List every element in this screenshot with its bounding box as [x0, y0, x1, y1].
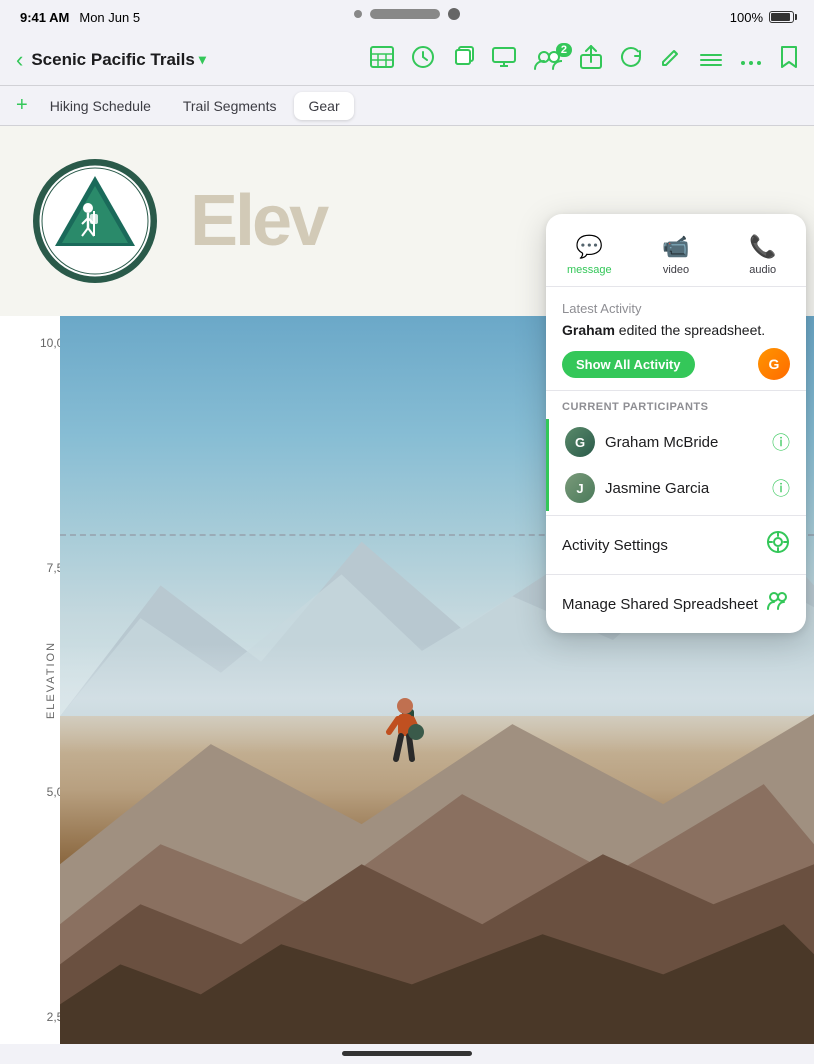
refresh-icon[interactable]: [620, 46, 642, 74]
main-content: SCENIC PACIFIC TRAILS Elev ELEVATION 10,…: [0, 126, 814, 1044]
menu-icon[interactable]: [700, 47, 722, 73]
activity-avatar: G: [758, 348, 790, 380]
collaboration-button[interactable]: 2: [534, 49, 562, 71]
audio-icon: 📞: [749, 234, 776, 260]
popup-tab-video[interactable]: 📹 video: [633, 226, 720, 286]
notch: [354, 8, 460, 20]
message-icon: 💬: [576, 234, 603, 260]
collab-badge-count: 2: [556, 43, 572, 57]
latest-activity-section: Latest Activity Graham edited the spread…: [546, 287, 806, 391]
tabs-bar: + Hiking Schedule Trail Segments Gear: [0, 86, 814, 126]
tab-hiking-schedule[interactable]: Hiking Schedule: [36, 92, 165, 120]
status-bar: 9:41 AM Mon Jun 5 100%: [0, 0, 814, 34]
activity-user: Graham: [562, 322, 615, 338]
presentation-icon[interactable]: [492, 47, 516, 73]
tab-gear[interactable]: Gear: [294, 92, 353, 120]
back-button[interactable]: ‹: [16, 47, 23, 73]
clock-icon[interactable]: [412, 46, 434, 74]
show-all-activity-button[interactable]: Show All Activity: [562, 351, 695, 378]
participants-section: CURRENT PARTICIPANTS G Graham McBride ⓘ …: [546, 391, 806, 515]
activity-settings-label: Activity Settings: [562, 537, 668, 554]
popup-tab-message[interactable]: 💬 message: [546, 226, 633, 286]
app-title: Scenic Pacific Trails ▾: [31, 50, 206, 70]
activity-row: Show All Activity G: [562, 348, 790, 380]
chart-title: Elev: [190, 180, 326, 262]
participant-row-graham[interactable]: G Graham McBride ⓘ: [546, 419, 806, 465]
participant-name-jasmine: Jasmine Garcia: [605, 480, 762, 497]
table-icon[interactable]: [370, 46, 394, 74]
toolbar-icons: 2: [370, 45, 798, 75]
collaboration-popup: 💬 message 📹 video 📞 audio Latest Activit…: [546, 214, 806, 633]
title-chevron[interactable]: ▾: [199, 51, 206, 68]
participant-avatar-jasmine: J: [565, 473, 595, 503]
status-right: 100%: [730, 10, 794, 25]
more-icon[interactable]: [740, 47, 762, 73]
share-icon[interactable]: [580, 45, 602, 75]
participant-info-graham[interactable]: ⓘ: [772, 429, 790, 455]
manage-spreadsheet-item[interactable]: Manage Shared Spreadsheet: [546, 574, 806, 633]
tab-trail-segments[interactable]: Trail Segments: [169, 92, 291, 120]
activity-heading: Latest Activity: [562, 301, 790, 316]
toolbar-left: ‹ Scenic Pacific Trails ▾: [16, 47, 370, 73]
status-date: Mon Jun 5: [79, 10, 140, 25]
popup-tab-audio[interactable]: 📞 audio: [719, 226, 806, 286]
layers-icon[interactable]: [452, 46, 474, 74]
status-time: 9:41 AM: [20, 10, 69, 25]
activity-detail: edited the spreadsheet.: [615, 322, 765, 338]
participant-info-jasmine[interactable]: ⓘ: [772, 475, 790, 501]
participants-label: CURRENT PARTICIPANTS: [546, 391, 806, 419]
toolbar: ‹ Scenic Pacific Trails ▾: [0, 34, 814, 86]
manage-spreadsheet-icon: [766, 589, 790, 619]
bookmark-icon[interactable]: [780, 45, 798, 75]
activity-settings-icon: [766, 530, 790, 560]
manage-spreadsheet-label: Manage Shared Spreadsheet: [562, 596, 758, 613]
popup-tabs: 💬 message 📹 video 📞 audio: [546, 214, 806, 287]
logo: SCENIC PACIFIC TRAILS: [30, 156, 160, 286]
participant-name-graham: Graham McBride: [605, 434, 762, 451]
add-tab-button[interactable]: +: [12, 90, 32, 121]
pencil-icon[interactable]: [660, 46, 682, 74]
battery-percent: 100%: [730, 10, 763, 25]
activity-settings-item[interactable]: Activity Settings: [546, 515, 806, 574]
home-indicator: [342, 1051, 472, 1056]
battery-icon: [769, 11, 794, 23]
activity-text: Graham edited the spreadsheet.: [562, 322, 790, 338]
participant-row-jasmine[interactable]: J Jasmine Garcia ⓘ: [546, 465, 806, 511]
participant-avatar-graham: G: [565, 427, 595, 457]
video-icon: 📹: [662, 234, 689, 260]
